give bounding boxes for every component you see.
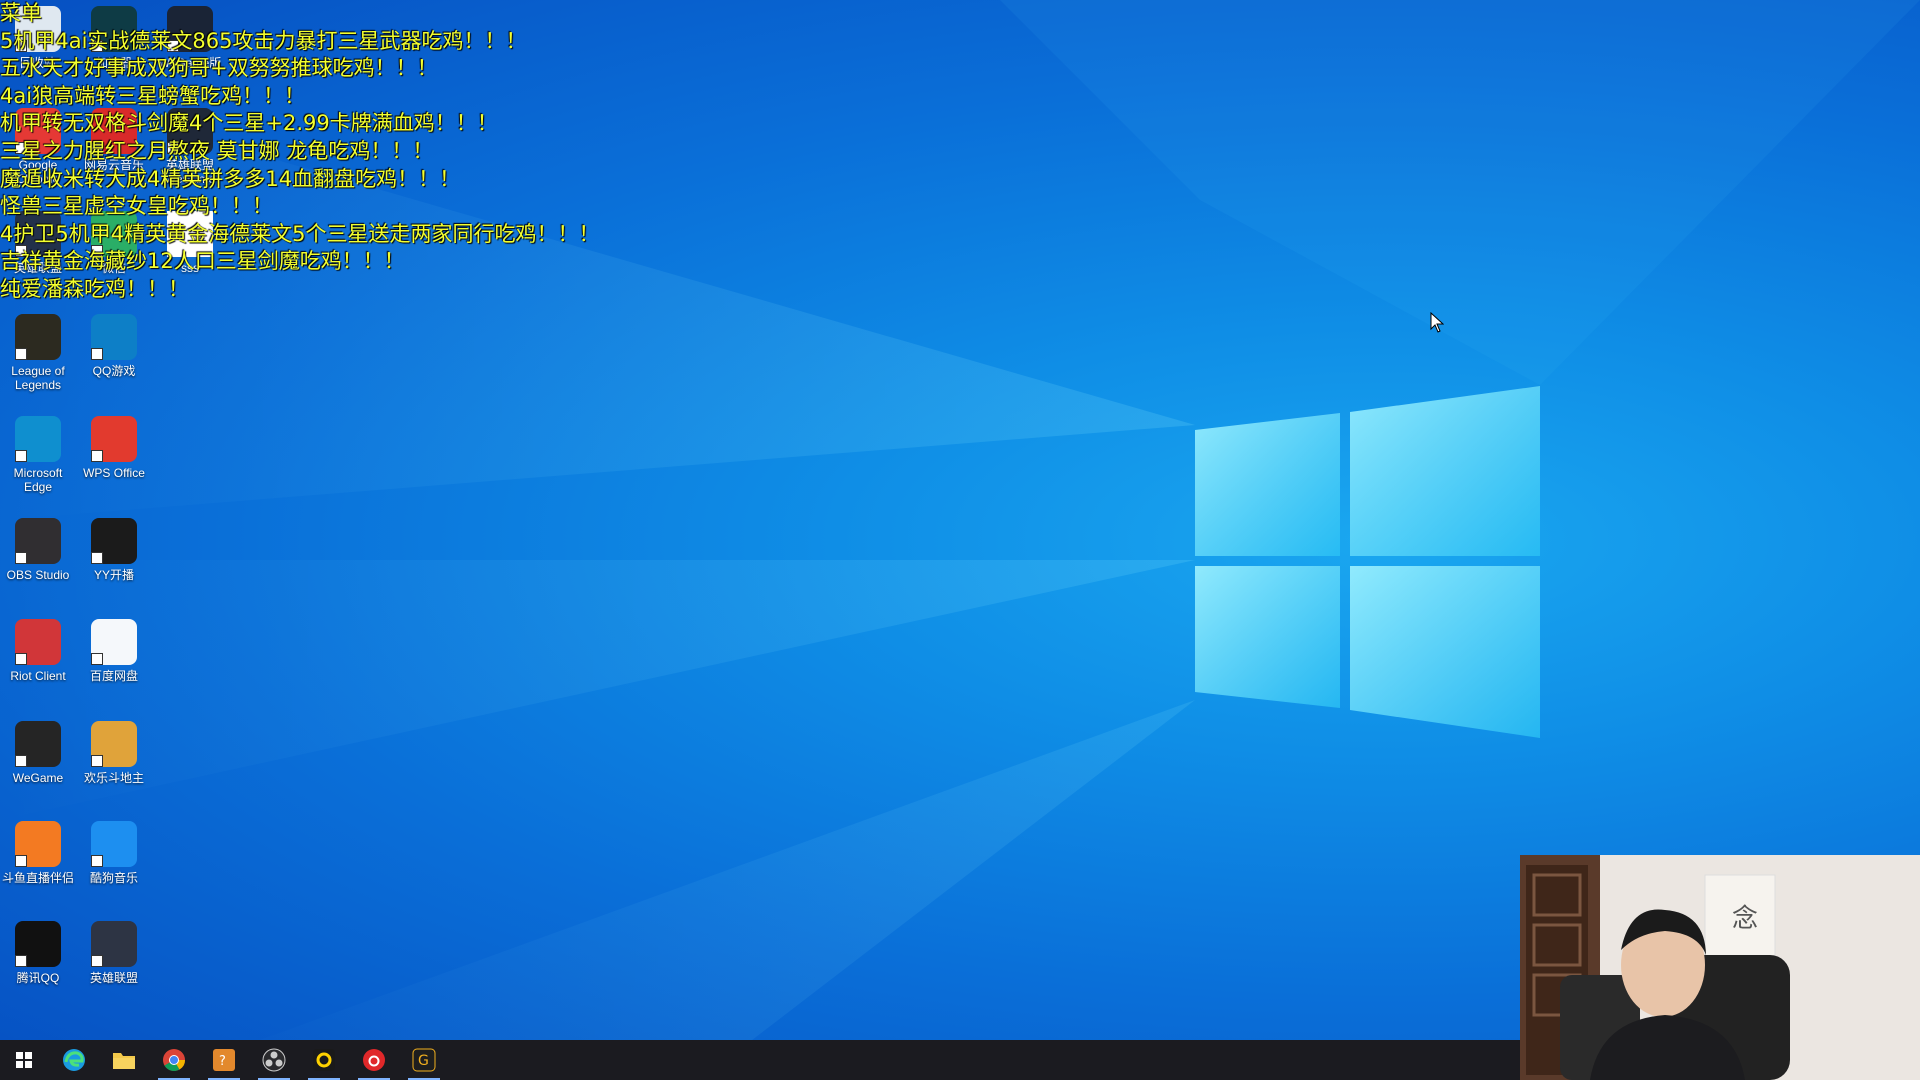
edge-icon — [63, 1049, 85, 1071]
shortcut-arrow-icon — [91, 450, 103, 462]
taskbar-netease[interactable] — [350, 1040, 398, 1080]
wegame-icon — [15, 721, 61, 767]
logo-pane-tr — [1350, 386, 1540, 556]
overlay-line: 菜单 — [0, 1, 42, 25]
overlay-line: 怪兽三星虚空女皇吃鸡！！！ — [0, 194, 273, 219]
overlay-line: 吉祥黄金海藏纱12人口三星剑魔吃鸡！！！ — [0, 249, 405, 274]
desktop-icon[interactable]: YY开播 — [76, 518, 152, 582]
shortcut-arrow-icon — [91, 755, 103, 767]
desktop-icon[interactable]: Microsoft Edge — [0, 416, 76, 494]
overlay-line: 魔遁收米转大成4精英拼多多14血翻盘吃鸡！！！ — [0, 166, 461, 191]
desktop-icon[interactable]: QQ游戏 — [76, 314, 152, 378]
desktop-icon-label: 欢乐斗地主 — [83, 771, 144, 785]
desktop-icon-label: Riot Client — [10, 669, 66, 683]
lol-client-icon — [91, 921, 137, 967]
desktop-icon-label: 斗鱼直播伴侣 — [1, 871, 74, 885]
overlay-line: 5机甲4ai实战德莱文865攻击力暴打三星武器吃鸡！！！ — [0, 28, 527, 53]
svg-text:G: G — [418, 1053, 429, 1069]
overlay-line: 4ai狼高端转三星螃蟹吃鸡！！！ — [0, 83, 306, 108]
webcam-overlay: 念 — [1520, 855, 1920, 1080]
desktop-icon[interactable]: Riot Client — [0, 619, 76, 683]
desktop-icon-label: WeGame — [12, 771, 64, 785]
douyu-icon — [15, 821, 61, 867]
shortcut-arrow-icon — [15, 653, 27, 665]
shortcut-arrow-icon — [15, 348, 27, 360]
shortcut-arrow-icon — [15, 450, 27, 462]
desktop-icon-label: Microsoft Edge — [13, 466, 63, 494]
qq-game-icon — [91, 314, 137, 360]
taskbar-chrome[interactable] — [150, 1040, 198, 1080]
overlay-line: 三星之力腥红之月熬夜 莫甘娜 龙龟吃鸡！！！ — [0, 138, 434, 163]
desktop-icon-label: WPS Office — [83, 466, 145, 480]
desktop-icon[interactable]: League of Legends — [0, 314, 76, 392]
taskbar-yy[interactable] — [300, 1040, 348, 1080]
desktop-icon[interactable]: 英雄联盟 — [76, 921, 152, 985]
desktop-icon[interactable]: 欢乐斗地主 — [76, 721, 152, 785]
qq-icon — [15, 921, 61, 967]
logo-pane-bl — [1195, 566, 1340, 708]
shortcut-arrow-icon — [15, 855, 27, 867]
league-icon — [15, 314, 61, 360]
taskbar-obs[interactable] — [250, 1040, 298, 1080]
desktop-icon-label: 英雄联盟 — [89, 971, 138, 985]
overlay-line: 纯爱潘森吃鸡！！！ — [0, 276, 189, 301]
desktop-icon[interactable]: WPS Office — [76, 416, 152, 480]
edge-icon — [15, 416, 61, 462]
shortcut-arrow-icon — [15, 552, 27, 564]
mouse-cursor-icon — [1430, 312, 1444, 333]
shortcut-arrow-icon — [91, 955, 103, 967]
taskbar-wegame[interactable]: G — [400, 1040, 448, 1080]
wegame-icon: G — [412, 1048, 436, 1072]
taskbar-edge[interactable] — [50, 1040, 98, 1080]
desktop-icon-label: 酷狗音乐 — [89, 871, 138, 885]
windows-icon — [16, 1052, 32, 1068]
obs-icon — [262, 1048, 286, 1072]
folder-icon — [113, 1053, 135, 1069]
baidu-pan-icon — [91, 619, 137, 665]
desktop-icon[interactable]: WeGame — [0, 721, 76, 785]
desktop-icon-label: League of Legends — [11, 364, 65, 392]
desktop-icon-label: 腾讯QQ — [16, 971, 60, 985]
shortcut-arrow-icon — [91, 348, 103, 360]
overlay-line: 4护卫5机甲4精英黄金海德莱文5个三星送走两家同行吃鸡！！！ — [0, 221, 600, 246]
desktop-icon[interactable]: 斗鱼直播伴侣 — [0, 821, 76, 885]
yy-icon — [313, 1049, 335, 1071]
desktop-icon-label: 百度网盘 — [89, 669, 138, 683]
start-button[interactable] — [0, 1040, 48, 1080]
shortcut-arrow-icon — [91, 653, 103, 665]
taskbar-explorer[interactable] — [100, 1040, 148, 1080]
obs-icon — [15, 518, 61, 564]
netease-music-icon — [363, 1049, 385, 1071]
overlay-line: 机甲转无双格斗剑魔4个三星+2.99卡牌满血鸡！！！ — [0, 111, 498, 136]
desktop-icon-label: YY开播 — [93, 568, 134, 582]
doudizhu-icon — [91, 721, 137, 767]
wps-icon — [91, 416, 137, 462]
desktop-icon[interactable]: 酷狗音乐 — [76, 821, 152, 885]
svg-text:念: 念 — [1732, 904, 1758, 934]
shortcut-arrow-icon — [15, 955, 27, 967]
app-icon: ? — [213, 1049, 235, 1071]
overlay-text-list: 菜单 5机甲4ai实战德莱文865攻击力暴打三星武器吃鸡！！！ 五水天才好事成双… — [0, 0, 599, 304]
svg-text:?: ? — [219, 1054, 226, 1069]
desktop-icon[interactable]: 腾讯QQ — [0, 921, 76, 985]
logo-pane-tl — [1195, 413, 1340, 556]
shortcut-arrow-icon — [15, 755, 27, 767]
riot-icon — [15, 619, 61, 665]
overlay-line: 五水天才好事成双狗哥+双努努推球吃鸡！！！ — [0, 56, 438, 81]
desktop-icon[interactable]: 百度网盘 — [76, 619, 152, 683]
kugou-icon — [91, 821, 137, 867]
chrome-icon — [163, 1049, 185, 1071]
shortcut-arrow-icon — [91, 855, 103, 867]
taskbar-app-orange[interactable]: ? — [200, 1040, 248, 1080]
yy-icon — [91, 518, 137, 564]
desktop-icon-label: OBS Studio — [6, 568, 70, 582]
desktop-icon[interactable]: OBS Studio — [0, 518, 76, 582]
logo-pane-br — [1350, 566, 1540, 738]
shortcut-arrow-icon — [91, 552, 103, 564]
desktop-icon-label: QQ游戏 — [92, 364, 136, 378]
